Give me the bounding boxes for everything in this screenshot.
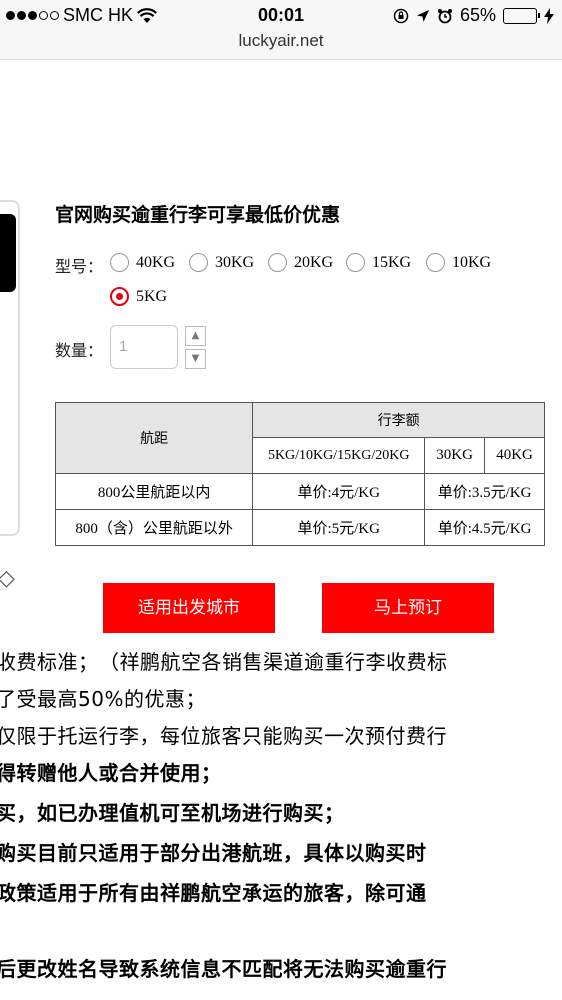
option-20kg[interactable]: 20KG	[268, 253, 333, 272]
option-label: 30KG	[215, 253, 255, 271]
quantity-input[interactable]: 1	[110, 325, 178, 369]
radio-button-selected[interactable]	[110, 287, 129, 306]
radio-button[interactable]	[346, 253, 365, 272]
rule-line: 了受最高50%的优惠；	[0, 687, 206, 711]
cell-price: 单价:4.5元/KG	[424, 509, 545, 546]
rule-line: 得转赠他人或合并使用；	[0, 761, 222, 785]
charging-icon	[544, 7, 554, 24]
fee-table: 航距 行李额 5KG/10KG/15KG/20KG 30KG 40KG 800公…	[54, 402, 545, 546]
cell-price: 单价:3.5元/KG	[424, 473, 545, 510]
option-label: 5KG	[136, 287, 168, 305]
option-label: 40KG	[136, 253, 176, 271]
alarm-icon	[437, 8, 452, 23]
radio-button[interactable]	[426, 253, 445, 272]
option-15kg[interactable]: 15KG	[346, 253, 411, 272]
header-amount: 行李额	[252, 402, 545, 438]
radio-button[interactable]	[110, 253, 129, 272]
subheader-40kg: 40KG	[484, 437, 545, 474]
status-right: 65%	[393, 5, 554, 26]
option-30kg[interactable]: 30KG	[189, 253, 254, 272]
rule-line: 收费标准； （祥鹏航空各销售渠道逾重行李收费标	[0, 650, 448, 674]
page-title: 官网购买逾重行李可享最低价优惠	[55, 204, 341, 226]
location-icon	[416, 9, 429, 22]
radio-button[interactable]	[268, 253, 287, 272]
table-row: 800公里航距以内 单价:4元/KG 单价:3.5元/KG	[54, 473, 545, 510]
table-row: 800（含）公里航距以外 单价:5元/KG 单价:4.5元/KG	[54, 509, 545, 546]
type-label: 型号：	[55, 257, 104, 276]
rule-line: 政策适用于所有由祥鹏航空承运的旅客，除可通	[0, 881, 427, 905]
header-distance: 航距	[54, 402, 254, 474]
cell-distance: 800（含）公里航距以外	[54, 509, 254, 546]
battery-icon	[503, 7, 540, 24]
rule-line: 买，如已办理值机可至机场进行购买；	[0, 801, 345, 825]
rule-line: 购买目前只适用于部分出港航班，具体以购买时	[0, 841, 427, 865]
option-40kg[interactable]: 40KG	[110, 253, 175, 272]
option-label: 20KG	[294, 253, 334, 271]
status-bar: SMC HK 00:01 65%	[0, 0, 562, 32]
book-now-button[interactable]: 马上预订	[322, 583, 494, 633]
option-5kg[interactable]: 5KG	[110, 287, 167, 306]
option-label: 15KG	[372, 253, 412, 271]
cell-price: 单价:4元/KG	[252, 473, 426, 510]
cell-distance: 800公里航距以内	[54, 473, 254, 510]
qty-label: 数量：	[55, 341, 104, 360]
chevron-down-icon[interactable]: ▼	[185, 349, 206, 369]
orientation-lock-icon	[393, 8, 409, 23]
departure-cities-button[interactable]: 适用出发城市	[103, 583, 275, 633]
subheader-light: 5KG/10KG/15KG/20KG	[252, 437, 426, 474]
radio-button[interactable]	[189, 253, 208, 272]
subheader-30kg: 30KG	[424, 437, 486, 474]
option-10kg[interactable]: 10KG	[426, 253, 491, 272]
option-label: 10KG	[452, 253, 492, 271]
chevron-up-icon[interactable]: ▲	[185, 326, 206, 346]
rule-line: 后更改姓名导致系统信息不匹配将无法购买逾重行	[0, 957, 447, 981]
battery-percent: 65%	[459, 5, 496, 25]
url-bar[interactable]: luckyair.net	[0, 32, 562, 60]
chevron-right-icon[interactable]: ◇	[0, 566, 15, 591]
rule-line: 仅限于托运行李，每位旅客只能购买一次预付费行	[0, 724, 447, 748]
cell-price: 单价:5元/KG	[252, 509, 426, 546]
product-image	[0, 200, 20, 536]
